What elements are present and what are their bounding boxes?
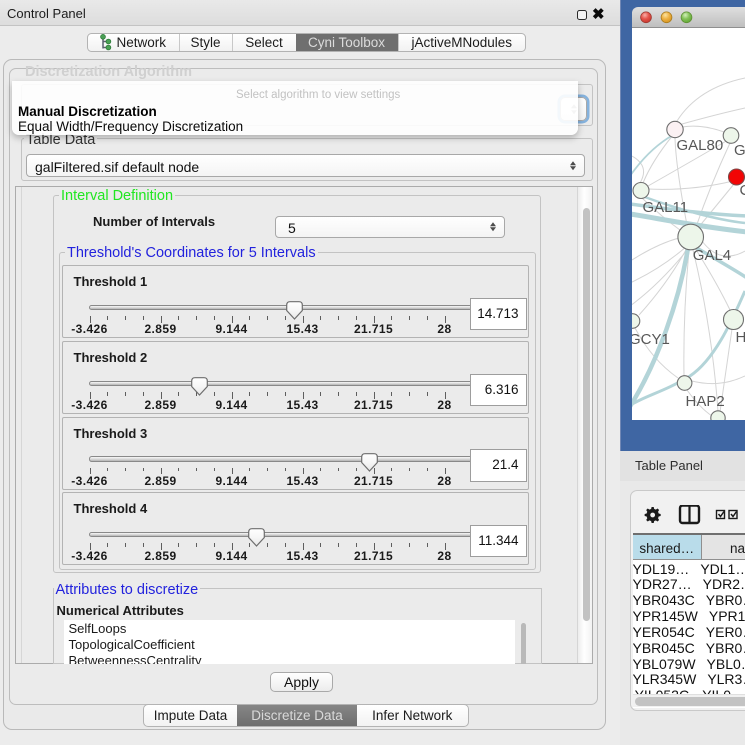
svg-text:HAP2: HAP2 [686, 393, 725, 410]
svg-text:GAL4: GAL4 [693, 247, 731, 264]
svg-text:GAL11: GAL11 [643, 199, 689, 216]
svg-text:HIS: HIS [736, 329, 745, 346]
svg-text:GAL: GAL [734, 142, 745, 159]
svg-text:GCY1: GCY1 [632, 331, 670, 348]
svg-text:CYC: CYC [740, 182, 745, 199]
svg-text:GAL80: GAL80 [677, 137, 724, 154]
